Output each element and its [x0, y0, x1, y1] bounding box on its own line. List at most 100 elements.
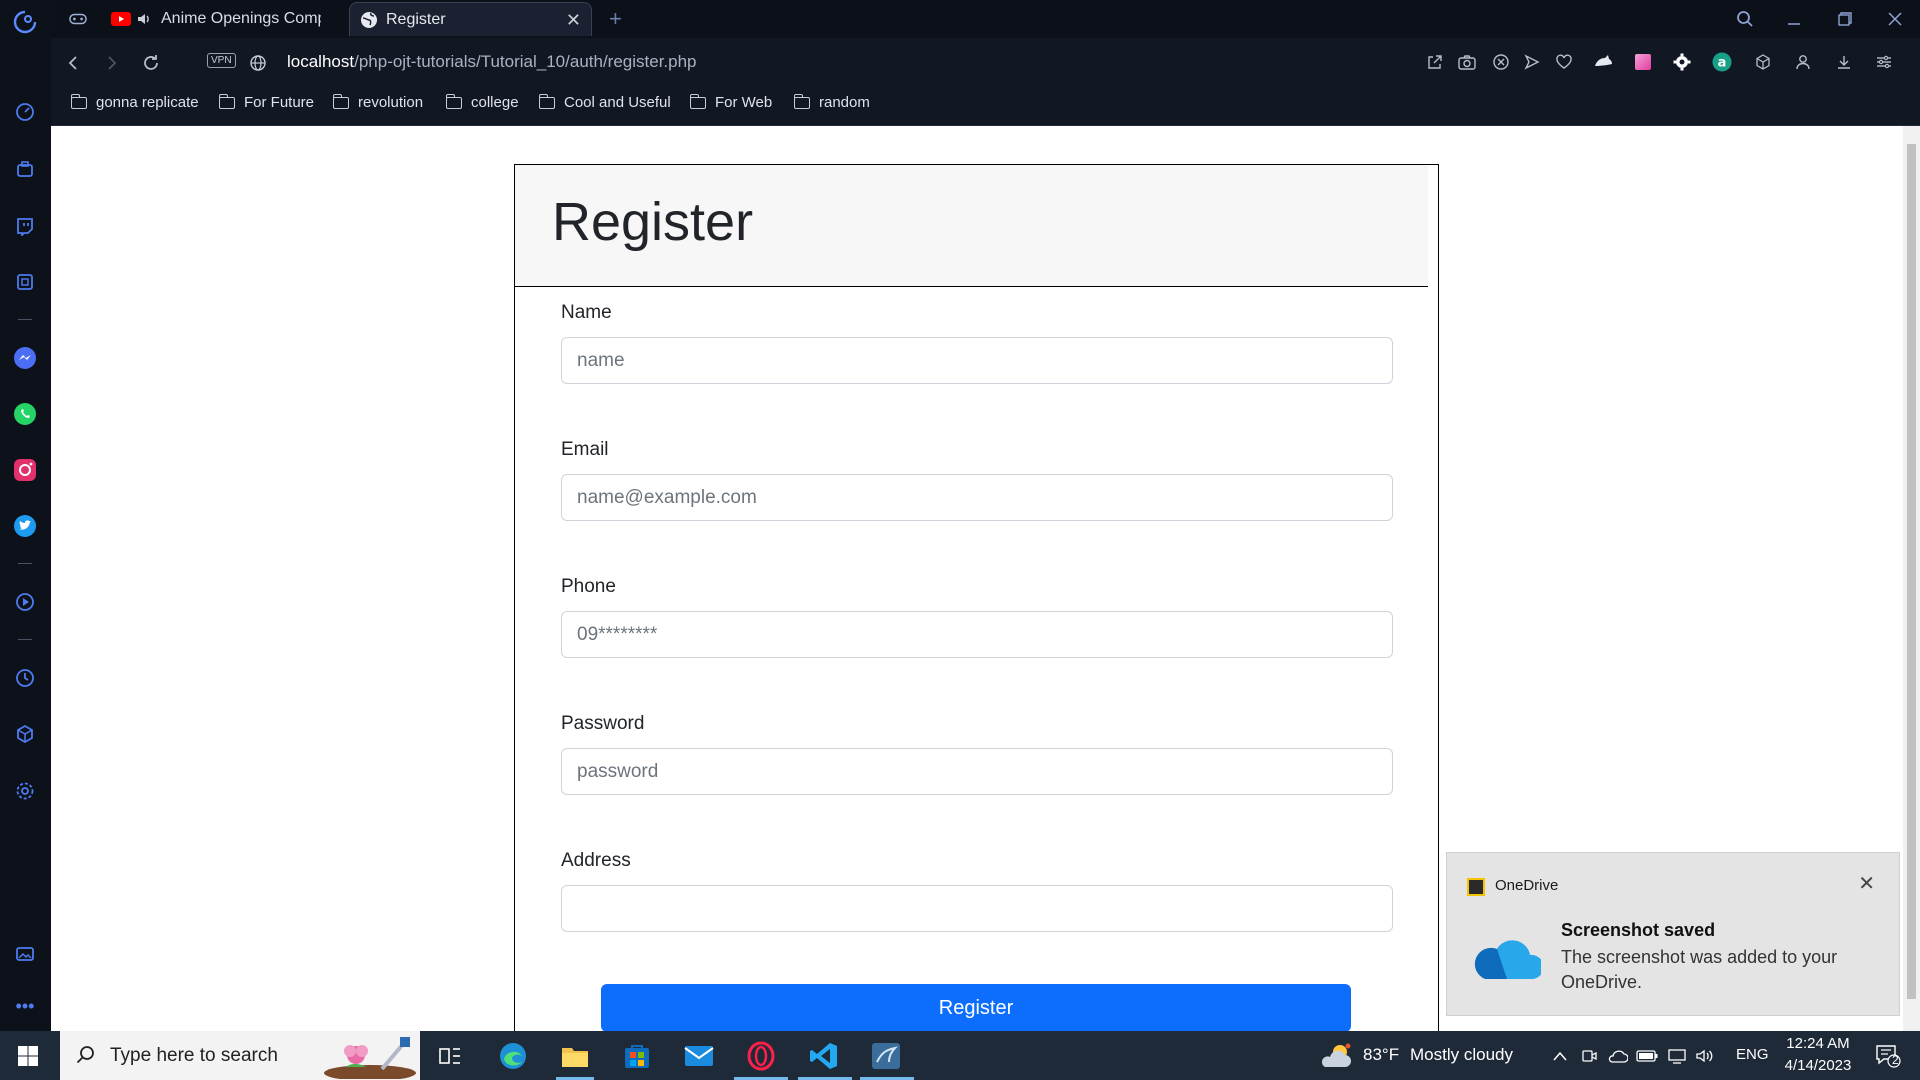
name-label: Name: [561, 302, 612, 323]
folder-icon: [70, 93, 87, 109]
onedrive-notification[interactable]: OneDrive ✕ Screenshot saved The screensh…: [1446, 852, 1900, 1016]
notification-center-icon[interactable]: 2: [1868, 1038, 1908, 1074]
folder-icon: [538, 93, 555, 109]
bookmark-folder[interactable]: Cool and Useful: [538, 93, 671, 111]
mail-icon[interactable]: [681, 1038, 717, 1074]
profile-icon[interactable]: [1792, 51, 1814, 73]
mysql-workbench-icon[interactable]: [868, 1038, 904, 1074]
more-options-icon[interactable]: •••: [11, 992, 39, 1020]
minimize-button[interactable]: [1774, 4, 1814, 34]
snapshot-camera-icon[interactable]: [1456, 51, 1478, 73]
edge-browser-icon[interactable]: [495, 1038, 531, 1074]
volume-icon[interactable]: [1688, 1038, 1722, 1074]
amazon-assistant-icon[interactable]: a: [1711, 51, 1733, 73]
pinboards-icon[interactable]: [11, 940, 39, 968]
clock-time[interactable]: 12:24 AM: [1782, 1035, 1854, 1052]
notification-heading: Screenshot saved: [1561, 920, 1716, 940]
address-bar: VPN localhost/php-ojt-tutorials/Tutorial…: [51, 38, 1920, 86]
bookmark-folder[interactable]: For Web: [689, 93, 773, 111]
card-header: Register: [515, 165, 1428, 287]
input-language[interactable]: ENG: [1736, 1046, 1769, 1063]
phone-field[interactable]: [561, 611, 1393, 658]
windows-start-icon[interactable]: [10, 1038, 46, 1074]
url-field[interactable]: localhost/php-ojt-tutorials/Tutorial_10/…: [287, 52, 697, 72]
bookmark-folder[interactable]: For Future: [218, 93, 314, 111]
reload-button[interactable]: [138, 50, 164, 76]
favorite-heart-icon[interactable]: [1553, 51, 1575, 73]
restore-button[interactable]: [1825, 4, 1865, 34]
notification-app-name: OneDrive: [1495, 877, 1559, 894]
bookmark-label: random: [819, 94, 870, 111]
bookmark-folder[interactable]: gonna replicate: [70, 93, 199, 111]
folder-icon: [689, 93, 706, 109]
microsoft-store-icon[interactable]: [619, 1038, 655, 1074]
tab-anime-openings[interactable]: Anime Openings Comp ✕: [101, 2, 389, 36]
task-view-icon[interactable]: [432, 1038, 468, 1074]
instagram-icon[interactable]: [11, 456, 39, 484]
workspaces-icon[interactable]: [11, 155, 39, 183]
ai-chip-icon[interactable]: [11, 268, 39, 296]
name-field[interactable]: [561, 337, 1393, 384]
taskbar-search-box[interactable]: Type here to search: [60, 1031, 420, 1080]
notification-body: The screenshot was added to your OneDriv…: [1561, 947, 1838, 992]
speaker-icon[interactable]: [137, 12, 153, 26]
color-extension-icon[interactable]: [1632, 51, 1654, 73]
close-icon[interactable]: ✕: [1858, 871, 1875, 896]
file-explorer-icon[interactable]: [557, 1038, 593, 1074]
cube-extension-icon[interactable]: [1752, 51, 1774, 73]
whatsapp-icon[interactable]: [11, 400, 39, 428]
bookmark-label: For Web: [715, 94, 773, 111]
page-scrollbar[interactable]: [1903, 126, 1920, 1031]
close-icon[interactable]: ✕: [566, 10, 581, 31]
close-window-button[interactable]: [1875, 4, 1915, 34]
gear-extension-icon[interactable]: [1671, 51, 1693, 73]
cat-extension-icon[interactable]: [1592, 51, 1614, 73]
sidebar-divider: [18, 563, 32, 564]
tab-register[interactable]: Register ✕: [349, 2, 592, 36]
email-field[interactable]: [561, 474, 1393, 521]
email-label: Email: [561, 439, 609, 460]
twitter-icon[interactable]: [11, 512, 39, 540]
bookmark-folder[interactable]: college: [445, 93, 519, 111]
address-label: Address: [561, 850, 631, 871]
history-icon[interactable]: [11, 664, 39, 692]
send-flow-icon[interactable]: [1521, 51, 1543, 73]
password-field[interactable]: [561, 748, 1393, 795]
opera-menu-icon[interactable]: [11, 8, 39, 36]
messenger-icon[interactable]: [11, 344, 39, 372]
address-field[interactable]: [561, 885, 1393, 932]
vscode-icon[interactable]: [806, 1038, 842, 1074]
player-icon[interactable]: [11, 588, 39, 616]
easy-setup-icon[interactable]: [1873, 51, 1895, 73]
weather-cloudy-icon[interactable]: [1318, 1038, 1354, 1074]
tab-title: Anime Openings Comp: [161, 10, 321, 27]
weather-description[interactable]: Mostly cloudy: [1410, 1045, 1513, 1065]
search-tabs-icon[interactable]: [1725, 4, 1765, 34]
battery-icon[interactable]: [1630, 1038, 1664, 1074]
extensions-icon[interactable]: [11, 720, 39, 748]
new-tab-button[interactable]: +: [599, 2, 629, 36]
settings-gear-icon[interactable]: [11, 777, 39, 805]
weather-temperature[interactable]: 83°F: [1363, 1045, 1399, 1065]
speed-dial-icon[interactable]: [11, 98, 39, 126]
twitch-icon[interactable]: [11, 212, 39, 240]
clock-date[interactable]: 4/14/2023: [1776, 1057, 1860, 1074]
back-button[interactable]: [60, 50, 86, 76]
scrollbar-thumb[interactable]: [1907, 144, 1916, 999]
bookmark-folder[interactable]: random: [793, 93, 870, 111]
ad-block-icon[interactable]: [1490, 51, 1512, 73]
bookmark-label: gonna replicate: [96, 94, 199, 111]
register-card: Register Name Email Phone Password Addre…: [514, 164, 1439, 1031]
bookmark-label: revolution: [358, 94, 424, 111]
register-button[interactable]: Register: [601, 984, 1351, 1031]
download-icon[interactable]: [1833, 51, 1855, 73]
search-icon: [76, 1046, 94, 1064]
bookmark-folder[interactable]: revolution: [332, 93, 424, 111]
gx-control-icon[interactable]: [59, 2, 97, 36]
opera-gx-icon[interactable]: [743, 1038, 779, 1074]
site-info-globe-icon[interactable]: [245, 50, 271, 76]
share-icon[interactable]: [1424, 51, 1446, 73]
forward-button[interactable]: [99, 50, 125, 76]
tab-bar: Anime Openings Comp ✕ Register ✕ +: [51, 0, 1920, 38]
vpn-badge[interactable]: VPN: [207, 53, 236, 68]
